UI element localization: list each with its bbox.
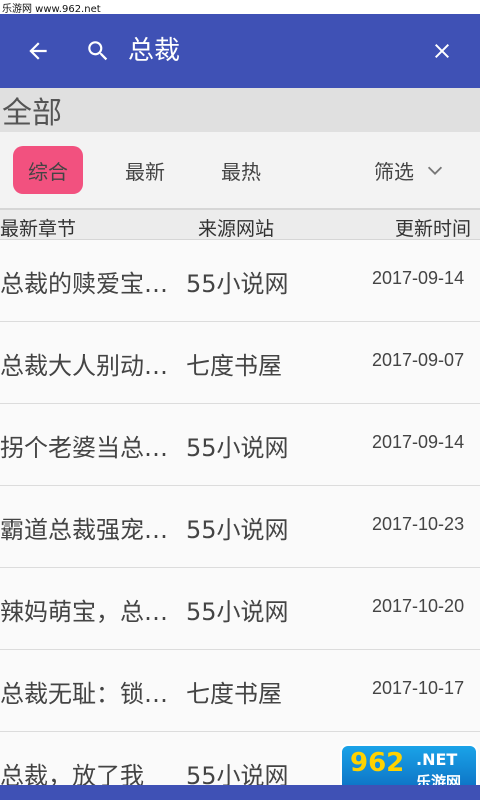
watermark-text: 乐游网 www.962.net: [2, 3, 101, 15]
row-source: 七度书屋: [186, 680, 282, 708]
category-label: 全部: [2, 96, 62, 131]
header-source-site: 来源网站: [198, 218, 275, 240]
row-date: 2017-10-20: [372, 596, 465, 616]
arrow-left-icon: [29, 42, 47, 60]
close-button[interactable]: [404, 14, 480, 88]
back-button[interactable]: [0, 14, 76, 88]
table-header: 最新章节 来源网站 更新时间: [0, 208, 480, 240]
row-date: 2017-10-23: [372, 514, 465, 534]
bottom-bar: [0, 785, 480, 800]
chevron-down-icon: [427, 166, 443, 175]
table-row[interactable]: 总裁无耻：锁… 七度书屋 2017-10-17: [0, 650, 480, 732]
row-title: 总裁大人别动…: [0, 352, 168, 380]
close-icon: [435, 44, 449, 58]
table-row[interactable]: 总裁大人别动… 七度书屋 2017-09-07: [0, 322, 480, 404]
table-row[interactable]: 辣妈萌宝，总… 55小说网 2017-10-20: [0, 568, 480, 650]
row-title: 总裁无耻：锁…: [0, 680, 168, 708]
row-title: 总裁，放了我: [0, 762, 144, 785]
row-title: 霸道总裁强宠…: [0, 516, 168, 544]
watermark-net: .NET: [416, 750, 458, 769]
row-date: 2017-09-14: [372, 432, 465, 452]
row-source: 55小说网: [186, 598, 289, 626]
result-list: 总裁的赎爱宝… 55小说网 2017-09-14 总裁大人别动… 七度书屋 20…: [0, 240, 480, 785]
search-query[interactable]: 总裁: [120, 14, 404, 88]
watermark-number: 962: [350, 748, 405, 778]
row-source: 55小说网: [186, 270, 289, 298]
table-row[interactable]: 拐个老婆当总… 55小说网 2017-09-14: [0, 404, 480, 486]
row-date: 2017-09-07: [372, 350, 465, 370]
row-date: 2017-10-17: [372, 678, 465, 698]
filter-bar: 综合 最新 最热 筛选: [0, 132, 480, 208]
row-source: 55小说网: [186, 516, 289, 544]
tab-hottest[interactable]: 最热: [206, 146, 276, 194]
tab-latest[interactable]: 最新: [110, 146, 180, 194]
row-title: 拐个老婆当总…: [0, 434, 168, 462]
row-source: 55小说网: [186, 434, 289, 462]
row-title: 总裁的赎爱宝…: [0, 270, 168, 298]
tab-comprehensive[interactable]: 综合: [13, 146, 83, 194]
row-source: 七度书屋: [186, 352, 282, 380]
watermark-strip: 乐游网 www.962.net: [0, 0, 480, 15]
app-root: 乐游网 www.962.net 总裁 全部 综合 最新 最热 筛选 最新章节 来…: [0, 0, 480, 800]
header-latest-chapter: 最新章节: [0, 218, 77, 240]
search-icon-wrap: [76, 14, 120, 88]
filter-dropdown[interactable]: 筛选: [374, 146, 464, 194]
row-date: 2017-09-14: [372, 268, 465, 288]
search-icon: [88, 41, 108, 61]
header-update-time: 更新时间: [395, 218, 472, 240]
category-header: 全部: [0, 88, 480, 132]
row-source: 55小说网: [186, 762, 289, 785]
app-bar: 总裁: [0, 14, 480, 88]
row-title: 辣妈萌宝，总…: [0, 598, 168, 626]
table-row[interactable]: 总裁的赎爱宝… 55小说网 2017-09-14: [0, 240, 480, 322]
table-row[interactable]: 霸道总裁强宠… 55小说网 2017-10-23: [0, 486, 480, 568]
filter-label: 筛选: [374, 159, 414, 184]
